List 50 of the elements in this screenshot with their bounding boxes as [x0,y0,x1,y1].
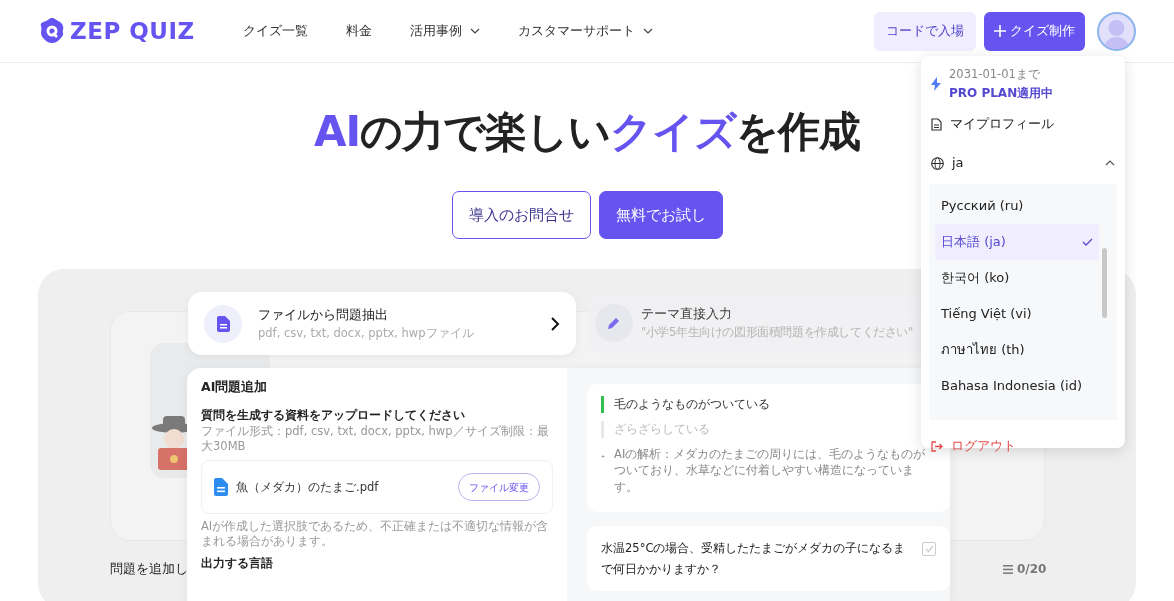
chevron-down-icon [642,28,653,34]
logo-text[interactable]: ZEP QUIZ [70,13,195,49]
code-entry-button[interactable]: コードで入場 [874,11,976,51]
panel-title: AI問題追加 [201,378,269,397]
language-option[interactable]: 日本語 (ja) [935,224,1099,260]
nav-link[interactable]: 活用事例 [409,21,480,41]
plan-expiry: 2031-01-01まで [949,66,1041,84]
section-title: 問題を追加し [110,560,188,579]
plus-icon [994,25,1006,37]
checkbox[interactable] [922,542,936,557]
logout-icon [931,440,943,452]
nav-link[interactable]: カスタマーサポート [517,21,653,41]
checkmark-icon [1082,238,1093,246]
free-trial-button[interactable]: 無料でお試し [598,191,723,240]
question-text: 水温25°Cの場合、受精したたまごがメダカの子になるまで何日かかりますか？ [601,540,906,578]
language-label: 出力する言語 [201,555,274,573]
document-icon [216,315,230,332]
document-icon [931,117,942,131]
file-icon [214,478,228,497]
language-option[interactable]: Русский (ru) [935,188,1099,224]
logo-icon [38,17,66,45]
file-extract-card[interactable]: ファイルから問題抽出 pdf, csv, txt, docx, pptx, hwpファイル [188,292,576,356]
nav-link[interactable]: 料金 [345,21,372,41]
avatar-icon[interactable] [1097,11,1136,51]
upload-note: ファイル形式：pdf, csv, txt, docx, pptx, hwp／サイズ制限：最大30MB [201,424,550,455]
pencil-icon [607,315,621,330]
plan-status: PRO PLAN適用中 [949,84,1054,102]
create-quiz-button[interactable]: クイズ制作 [984,11,1085,51]
language-option[interactable]: Bahasa Indonesia (id) [935,368,1099,404]
lightning-icon [931,77,941,91]
profile-menu-item[interactable]: マイプロフィール [931,106,1115,142]
card-title: テーマ直接入力 [641,304,733,323]
upload-heading: 質問を生成する資料をアップロードしてください [201,407,466,425]
question-counter: 0/20 [1017,561,1047,579]
change-file-button[interactable]: ファイル変更 [458,473,540,502]
nav-link[interactable]: クイズ一覧 [242,21,308,41]
contact-button[interactable]: 導入のお問合せ [451,191,591,240]
scrollbar[interactable] [1102,248,1107,318]
file-name: 魚（メダカ）のたまご.pdf [236,478,380,496]
chevron-down-icon [469,28,480,34]
language-menu-item[interactable]: ja [931,142,1115,184]
globe-icon [931,156,944,170]
card-subtitle: pdf, csv, txt, docx, pptx, hwpファイル [258,324,475,342]
hero-title: AIの力で楽しいクイズを作成 [313,107,861,158]
list-icon [1003,564,1013,574]
chevron-right-icon [550,315,560,332]
disclaimer-text: AIが作成した選択肢であるため、不正確または不適切な情報が含まれる場合があります。 [201,519,550,550]
chevron-icon [1105,160,1115,166]
analysis-text: AIの解析：メダカのたまごの周りには、毛のようなものがついており、水草などに付着しやすい構造になっています。 [614,446,927,495]
card-title: ファイルから問題抽出 [258,305,389,324]
